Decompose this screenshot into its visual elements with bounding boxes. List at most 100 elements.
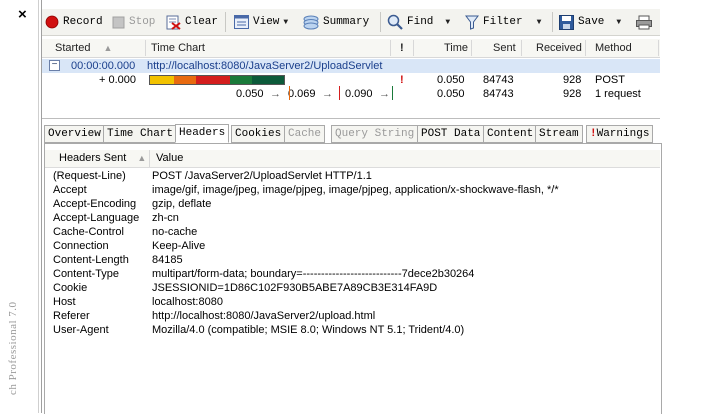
filter-icon [465, 15, 479, 30]
tab-stream[interactable]: Stream [535, 125, 583, 143]
headers-table-header: Headers Sent ▲ Value [45, 150, 660, 168]
summary-button[interactable]: Summary [303, 13, 369, 31]
chevron-down-icon: ▼ [445, 17, 451, 27]
column-value[interactable]: Value [156, 152, 183, 164]
clear-label: Clear [185, 16, 219, 28]
header-name: Accept [53, 184, 87, 196]
tab-warnings[interactable]: !Warnings [586, 125, 654, 143]
column-started[interactable]: Started ▲ [55, 42, 112, 54]
session-grid-header: Started ▲ Time Chart ! Time Sent Receive… [42, 39, 660, 58]
stop-button[interactable]: Stop [112, 13, 155, 31]
column-time-chart[interactable]: Time Chart [151, 42, 205, 54]
toolbar: Record Stop Clear View ▼ Summary Find ▼ … [42, 9, 660, 36]
row-started: + 0.000 [99, 74, 137, 86]
timing-mark-3: 0.090 [345, 88, 373, 100]
clear-button[interactable]: Clear [166, 13, 218, 31]
column-method[interactable]: Method [595, 42, 632, 54]
sort-ascending-icon: ▲ [103, 43, 113, 53]
chevron-down-icon: ▼ [616, 17, 622, 27]
column-headers-sent-label: Headers Sent [59, 152, 127, 164]
column-divider [585, 40, 586, 56]
collapse-toggle-icon[interactable]: − [49, 60, 60, 71]
tab-query-string[interactable]: Query String [331, 125, 419, 143]
timing-segment-dns [174, 76, 196, 84]
row-method: 1 request [595, 88, 641, 100]
header-value: multipart/form-data; boundary=----------… [152, 268, 475, 280]
timing-segment-send [230, 76, 252, 84]
header-name: Accept-Language [53, 212, 140, 224]
filter-button[interactable]: Filter ▼ [465, 13, 541, 31]
chevron-down-icon: ▼ [536, 17, 542, 27]
session-row-page[interactable]: − 00:00:00.000 http://localhost:8080/Jav… [42, 59, 660, 73]
row-sent: 84743 [483, 74, 514, 86]
save-label: Save [578, 16, 605, 28]
header-value: zh-cn [152, 212, 179, 224]
header-value: JSESSIONID=1D86C102F930B5ABE7A89CB3E314F… [152, 282, 438, 294]
grid-divider [42, 118, 660, 119]
summary-label: Summary [323, 16, 370, 28]
tab-cache[interactable]: Cache [284, 125, 326, 143]
row-time: 0.050 [437, 74, 465, 86]
header-name: Content-Length [53, 254, 129, 266]
header-name: Cache-Control [53, 226, 124, 238]
column-divider [521, 40, 522, 56]
timing-segment-blocked [150, 76, 174, 84]
stop-icon [112, 16, 125, 28]
header-name: Referer [53, 310, 90, 322]
row-received: 928 [563, 74, 582, 86]
summary-icon [303, 15, 319, 30]
column-time[interactable]: Time [444, 42, 468, 54]
arrow-right-icon: → [322, 88, 333, 100]
header-name: Connection [53, 240, 109, 252]
timing-segment-connect [196, 76, 230, 84]
header-name: (Request-Line) [53, 170, 126, 182]
header-value: image/gif, image/jpeg, image/pjpeg, imag… [152, 184, 559, 196]
column-sent[interactable]: Sent [493, 42, 516, 54]
session-row-request[interactable]: + 0.000 ! 0.050 84743 928 POST [42, 73, 660, 87]
header-value: gzip, deflate [152, 198, 212, 210]
chevron-down-icon: ▼ [283, 17, 289, 27]
print-button[interactable] [636, 13, 652, 31]
warning-icon: ! [590, 128, 597, 140]
row-started: 00:00:00.000 [71, 60, 136, 72]
toolbar-separator [552, 12, 553, 32]
tab-content[interactable]: Content [483, 125, 538, 143]
view-button[interactable]: View ▼ [234, 13, 288, 31]
tab-overview[interactable]: Overview [44, 125, 105, 143]
column-headers-sent[interactable]: Headers Sent ▲ [59, 152, 146, 164]
arrow-right-icon: → [379, 88, 390, 100]
column-divider [390, 40, 391, 56]
column-divider [145, 40, 146, 56]
row-time: 0.050 [437, 88, 465, 100]
detail-tabs: Overview Time Chart Headers Cookies Cach… [44, 124, 660, 143]
header-value: 84185 [152, 254, 183, 266]
timing-marker [392, 86, 393, 100]
tab-cookies[interactable]: Cookies [231, 125, 286, 143]
header-value: Mozilla/4.0 (compatible; MSIE 8.0; Windo… [152, 324, 465, 336]
tab-post-data[interactable]: POST Data [417, 125, 485, 143]
save-button[interactable]: Save ▼ [559, 13, 621, 31]
toolbar-separator [225, 12, 226, 32]
tab-headers[interactable]: Headers [175, 124, 230, 143]
row-url: http://localhost:8080/JavaServer2/Upload… [147, 60, 383, 72]
view-icon [234, 15, 249, 29]
header-value: localhost:8080 [152, 296, 223, 308]
tab-time-chart[interactable]: Time Chart [103, 125, 178, 143]
column-received[interactable]: Received [536, 42, 582, 54]
save-icon [559, 14, 574, 30]
search-icon [387, 14, 403, 30]
warning-flag: ! [400, 74, 404, 86]
find-button[interactable]: Find ▼ [387, 13, 450, 31]
column-flag[interactable]: ! [400, 42, 404, 54]
record-button[interactable]: Record [45, 13, 103, 31]
header-name: Accept-Encoding [53, 198, 137, 210]
column-divider [658, 40, 659, 56]
row-sent: 84743 [483, 88, 514, 100]
close-icon[interactable]: × [18, 6, 27, 23]
header-value: no-cache [152, 226, 198, 238]
column-divider [471, 40, 472, 56]
timing-mark-2: 0.069 [288, 88, 316, 100]
record-icon [45, 15, 59, 29]
column-started-label: Started [55, 42, 91, 54]
timing-mark-1: 0.050 [236, 88, 264, 100]
